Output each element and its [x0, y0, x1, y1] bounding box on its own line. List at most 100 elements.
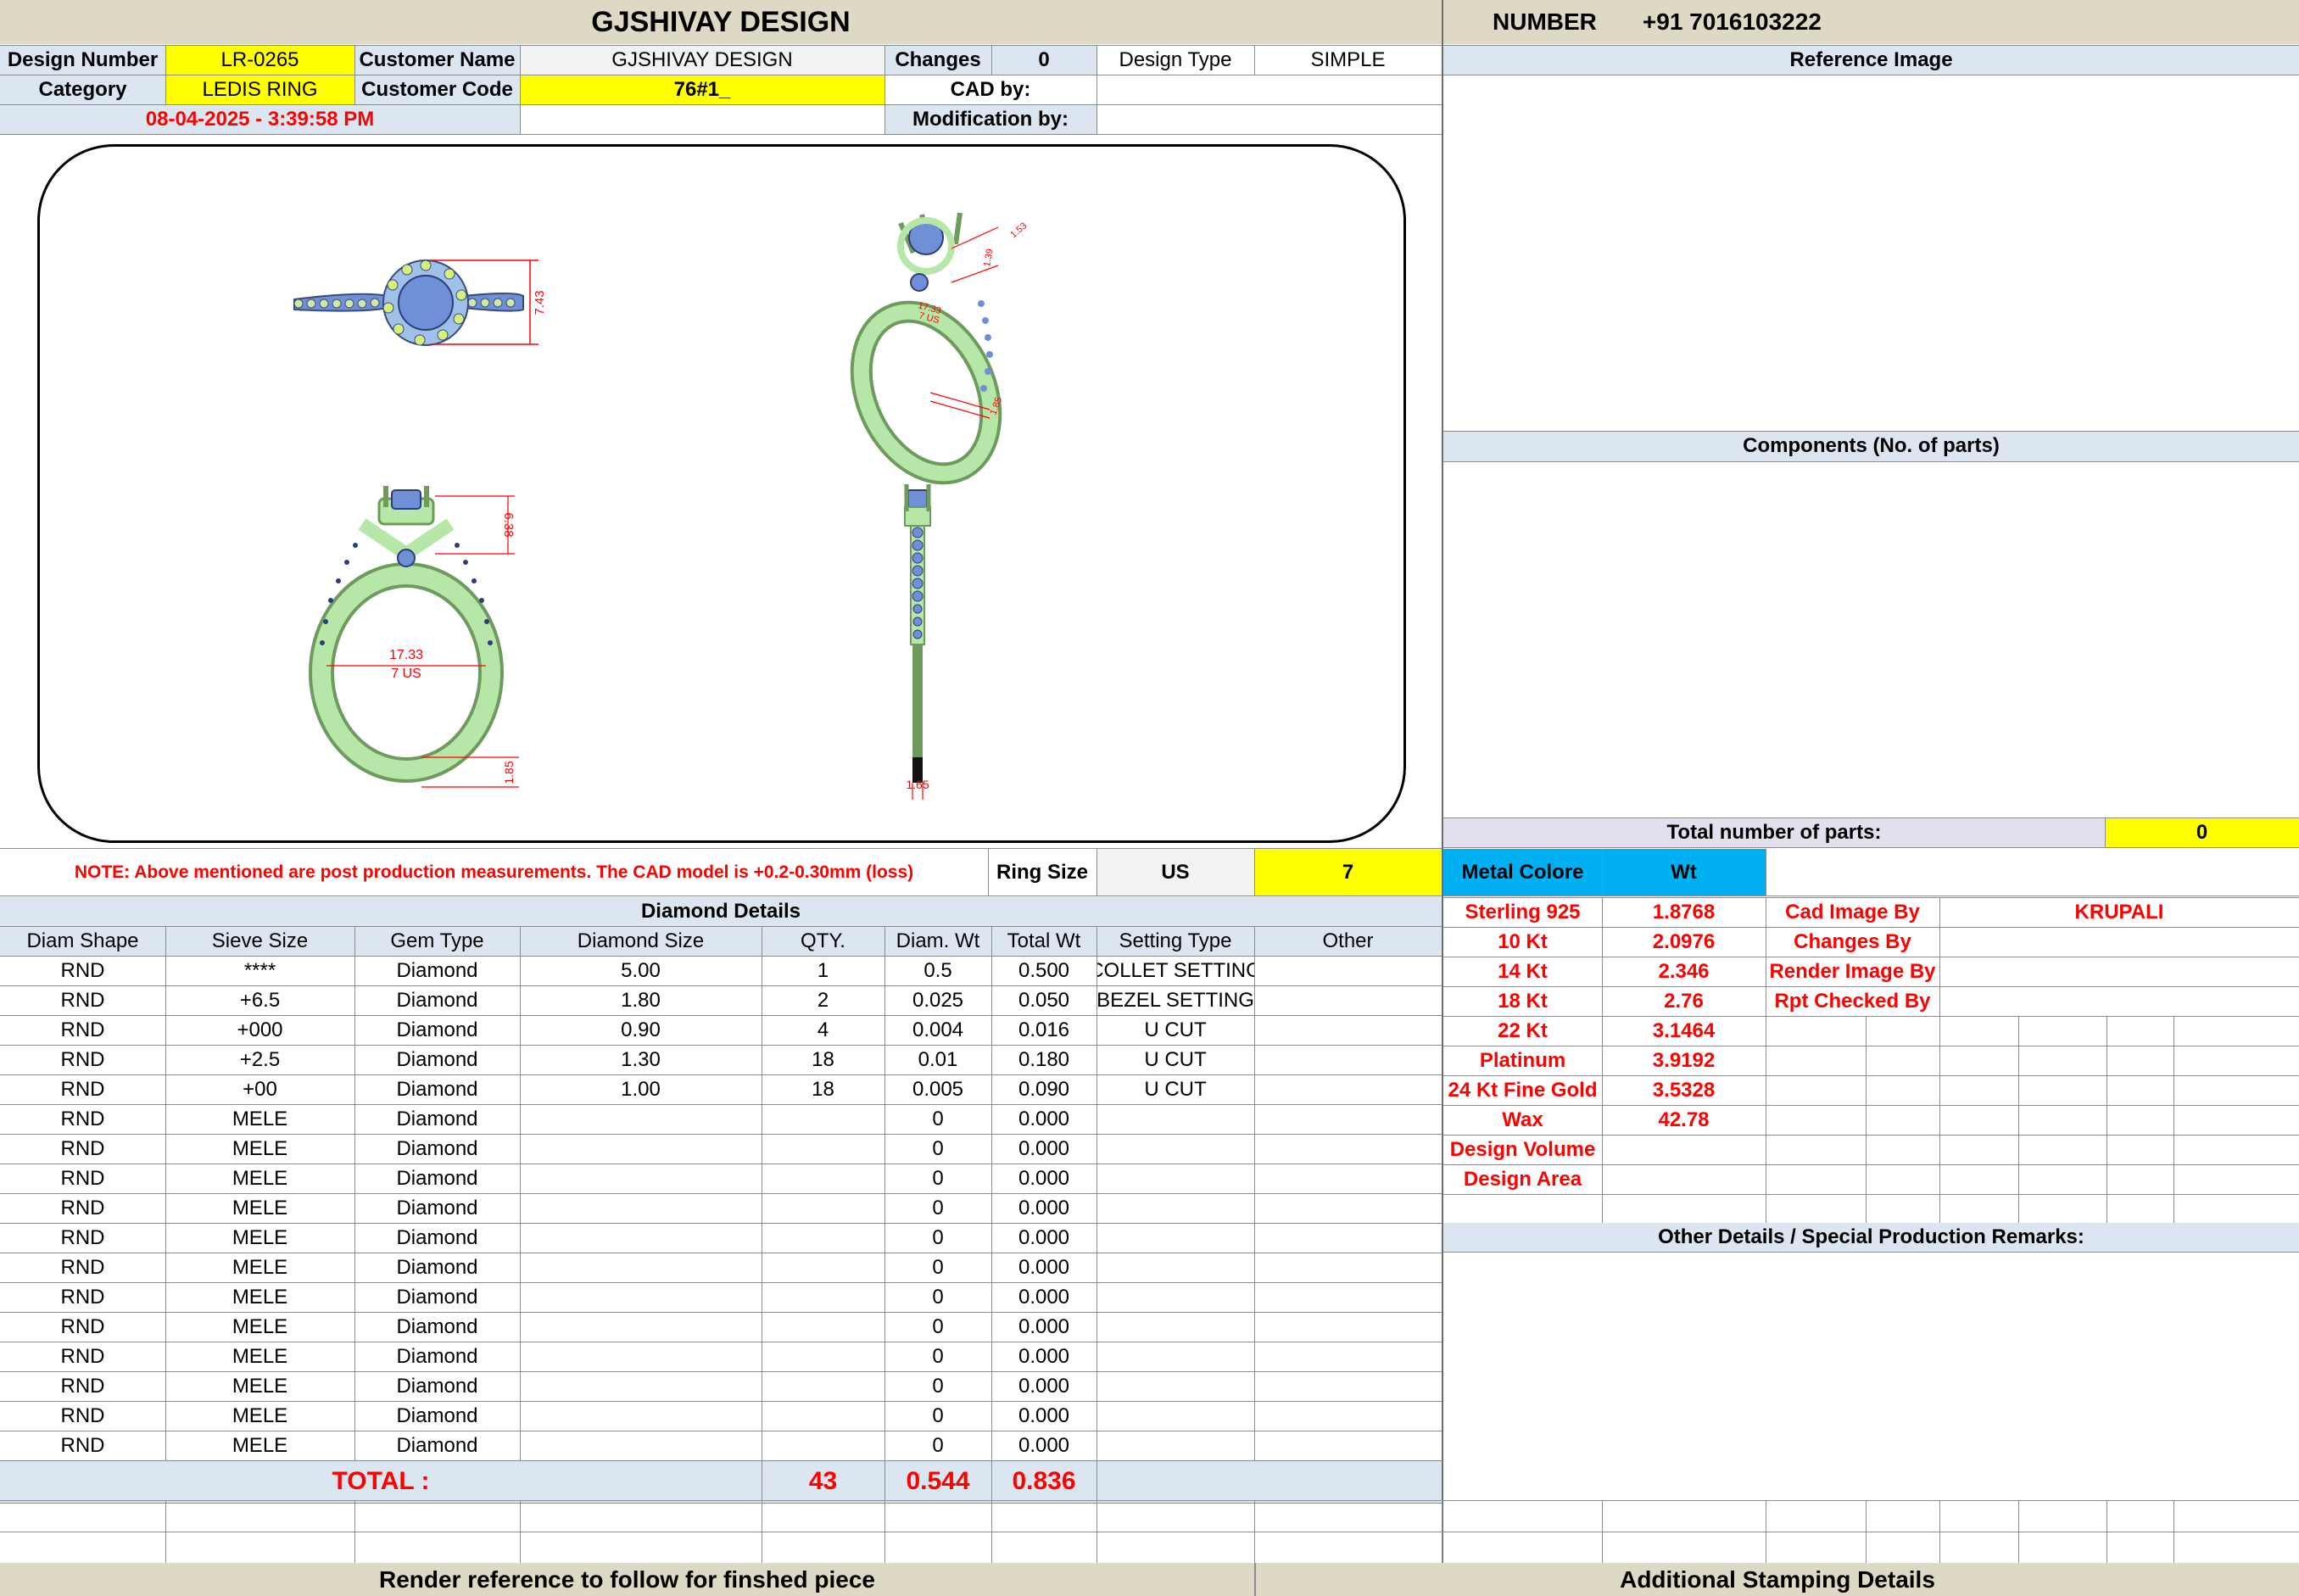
cell-diamond-size[interactable]: [520, 1401, 762, 1431]
credit-value[interactable]: [1939, 957, 2299, 986]
metal-weight[interactable]: 2.346: [1602, 957, 1766, 986]
cell-other[interactable]: [1254, 1401, 1442, 1431]
cell-total-wt[interactable]: 0.000: [991, 1312, 1096, 1342]
cell-other[interactable]: [1254, 1342, 1442, 1371]
cell-setting-type[interactable]: [1096, 1164, 1254, 1193]
reference-image-area[interactable]: [1443, 75, 2299, 431]
cell-diamond-size[interactable]: [520, 1282, 762, 1312]
cell-qty[interactable]: 18: [762, 1074, 884, 1104]
cell-diam-wt[interactable]: 0: [884, 1282, 991, 1312]
credit-value[interactable]: KRUPALI: [1939, 897, 2299, 927]
cell-gem-type[interactable]: Diamond: [354, 1223, 520, 1253]
customer-code-value[interactable]: 76#1_: [520, 75, 884, 104]
cell-total-wt[interactable]: 0.000: [991, 1134, 1096, 1164]
cell-setting-type[interactable]: [1096, 1104, 1254, 1134]
metal-weight[interactable]: 3.9192: [1602, 1046, 1766, 1075]
modification-by-value[interactable]: [1096, 104, 1442, 134]
cell-other[interactable]: [1254, 1104, 1442, 1134]
cell-diamond-size[interactable]: 0.90: [520, 1015, 762, 1045]
cell-diam-wt[interactable]: 0: [884, 1342, 991, 1371]
cell-qty[interactable]: [762, 1104, 884, 1134]
cell-diamond-size[interactable]: [520, 1104, 762, 1134]
cell-setting-type[interactable]: [1096, 1282, 1254, 1312]
cell-setting-type[interactable]: [1096, 1342, 1254, 1371]
design-type-value[interactable]: SIMPLE: [1254, 46, 1442, 75]
credit-value[interactable]: [1939, 986, 2299, 1016]
cell-diam-wt[interactable]: 0: [884, 1193, 991, 1223]
cell-diamond-size[interactable]: 1.80: [520, 985, 762, 1015]
cell-other[interactable]: [1254, 1134, 1442, 1164]
cell-sieve-size[interactable]: +6.5: [165, 985, 354, 1015]
metal-weight[interactable]: 3.1464: [1602, 1016, 1766, 1046]
cell-other[interactable]: [1254, 1312, 1442, 1342]
cell-setting-type[interactable]: U CUT: [1096, 1015, 1254, 1045]
credit-value[interactable]: [1939, 927, 2299, 957]
cell-diam-shape[interactable]: RND: [0, 1045, 165, 1074]
metal-weight[interactable]: 1.8768: [1602, 897, 1766, 927]
cell-gem-type[interactable]: Diamond: [354, 1401, 520, 1431]
cell-setting-type[interactable]: [1096, 1401, 1254, 1431]
cell-diam-shape[interactable]: RND: [0, 1134, 165, 1164]
category-value[interactable]: LEDIS RING: [165, 75, 354, 104]
cell-total-wt[interactable]: 0.000: [991, 1223, 1096, 1253]
cell-total-wt[interactable]: 0.000: [991, 1104, 1096, 1134]
cell-setting-type[interactable]: U CUT: [1096, 1045, 1254, 1074]
cell-diamond-size[interactable]: [520, 1193, 762, 1223]
cell-gem-type[interactable]: Diamond: [354, 1253, 520, 1282]
cad-by-value[interactable]: [1096, 75, 1442, 104]
cell-diam-wt[interactable]: 0: [884, 1371, 991, 1401]
cell-sieve-size[interactable]: MELE: [165, 1253, 354, 1282]
cell-diam-shape[interactable]: RND: [0, 1312, 165, 1342]
cell-diamond-size[interactable]: 5.00: [520, 956, 762, 985]
cell-gem-type[interactable]: Diamond: [354, 1164, 520, 1193]
cell-total-wt[interactable]: 0.016: [991, 1015, 1096, 1045]
cell-total-wt[interactable]: 0.000: [991, 1342, 1096, 1371]
cell-sieve-size[interactable]: MELE: [165, 1371, 354, 1401]
cell-other[interactable]: [1254, 1074, 1442, 1104]
cell-total-wt[interactable]: 0.000: [991, 1431, 1096, 1460]
cell-sieve-size[interactable]: MELE: [165, 1164, 354, 1193]
cell-other[interactable]: [1254, 1164, 1442, 1193]
cell-diam-wt[interactable]: 0.004: [884, 1015, 991, 1045]
cell-diam-wt[interactable]: 0: [884, 1401, 991, 1431]
cell-diam-wt[interactable]: 0.005: [884, 1074, 991, 1104]
metal-weight[interactable]: [1602, 1164, 1766, 1194]
cell-sieve-size[interactable]: MELE: [165, 1401, 354, 1431]
cell-other[interactable]: [1254, 1015, 1442, 1045]
cell-diam-shape[interactable]: RND: [0, 1431, 165, 1460]
cell-total-wt[interactable]: 0.180: [991, 1045, 1096, 1074]
cell-total-wt[interactable]: 0.500: [991, 956, 1096, 985]
cell-total-wt[interactable]: 0.000: [991, 1371, 1096, 1401]
cell-qty[interactable]: 18: [762, 1045, 884, 1074]
cell-diam-shape[interactable]: RND: [0, 1104, 165, 1134]
cell-diam-shape[interactable]: RND: [0, 1223, 165, 1253]
cell-diam-wt[interactable]: 0.5: [884, 956, 991, 985]
cell-sieve-size[interactable]: +000: [165, 1015, 354, 1045]
cell-setting-type[interactable]: [1096, 1431, 1254, 1460]
metal-weight[interactable]: 2.76: [1602, 986, 1766, 1016]
cell-gem-type[interactable]: Diamond: [354, 1282, 520, 1312]
cell-total-wt[interactable]: 0.000: [991, 1282, 1096, 1312]
cell-gem-type[interactable]: Diamond: [354, 1104, 520, 1134]
cell-gem-type[interactable]: Diamond: [354, 1431, 520, 1460]
changes-value[interactable]: 0: [991, 46, 1096, 75]
cell-diam-wt[interactable]: 0: [884, 1253, 991, 1282]
customer-name-value[interactable]: GJSHIVAY DESIGN: [520, 46, 884, 75]
cell-diam-wt[interactable]: 0: [884, 1104, 991, 1134]
cell-sieve-size[interactable]: MELE: [165, 1193, 354, 1223]
cell-diam-shape[interactable]: RND: [0, 956, 165, 985]
cell-diamond-size[interactable]: [520, 1253, 762, 1282]
metal-weight[interactable]: 42.78: [1602, 1105, 1766, 1135]
ring-size-unit[interactable]: US: [1096, 849, 1254, 896]
cell-setting-type[interactable]: COLLET SETTING: [1096, 956, 1254, 985]
cell-diam-shape[interactable]: RND: [0, 1074, 165, 1104]
cell-diam-wt[interactable]: 0: [884, 1134, 991, 1164]
cell-gem-type[interactable]: Diamond: [354, 985, 520, 1015]
cell-diamond-size[interactable]: [520, 1431, 762, 1460]
other-details-area[interactable]: [1443, 1252, 2299, 1500]
cell-diam-shape[interactable]: RND: [0, 1282, 165, 1312]
cell-other[interactable]: [1254, 1431, 1442, 1460]
cell-setting-type[interactable]: [1096, 1371, 1254, 1401]
cell-sieve-size[interactable]: MELE: [165, 1342, 354, 1371]
cell-sieve-size[interactable]: +00: [165, 1074, 354, 1104]
